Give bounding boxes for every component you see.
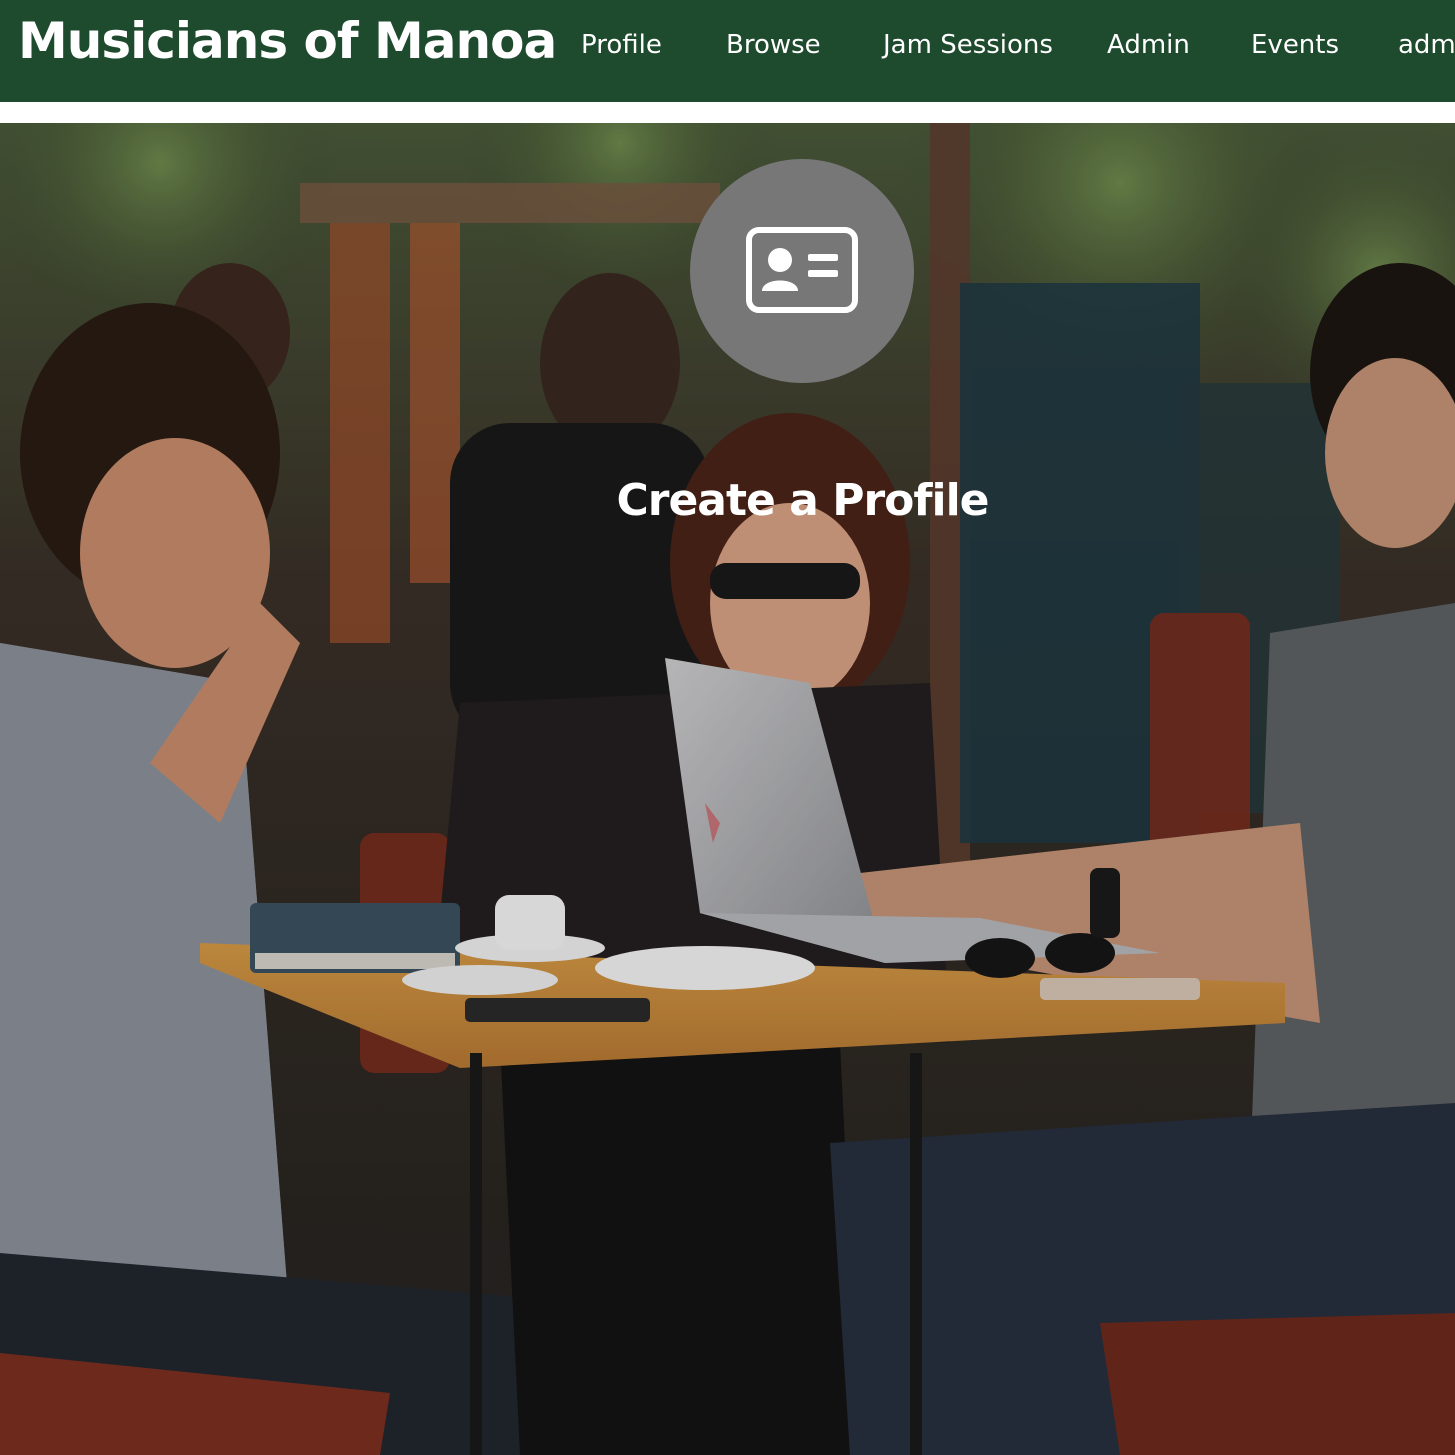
navbar: Musicians of Manoa Profile Browse Jam Se…	[0, 0, 1455, 102]
brand-logo[interactable]: Musicians of Manoa	[18, 12, 557, 70]
navbar-spacer	[0, 102, 1455, 123]
nav-admin[interactable]: Admin	[1107, 30, 1190, 60]
id-card-icon	[746, 227, 858, 313]
nav-browse[interactable]: Browse	[726, 30, 821, 60]
create-profile-title[interactable]: Create a Profile	[0, 475, 1455, 526]
nav-events[interactable]: Events	[1251, 30, 1339, 60]
hero-section: Create a Profile	[0, 123, 1455, 1455]
nav-profile[interactable]: Profile	[581, 30, 662, 60]
create-profile-icon-button[interactable]	[690, 159, 914, 383]
nav-user-menu[interactable]: admin	[1398, 30, 1455, 60]
nav-jam-sessions[interactable]: Jam Sessions	[883, 30, 1053, 60]
